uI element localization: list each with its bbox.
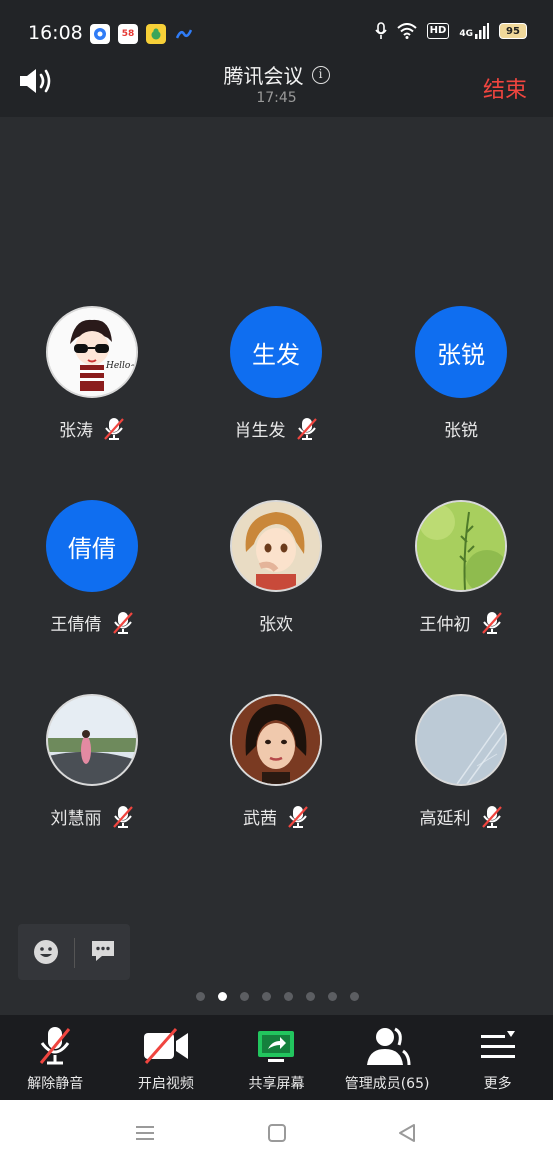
share-screen-label: 共享屏幕 xyxy=(248,1076,305,1092)
end-meeting-button[interactable]: 结束 xyxy=(483,72,527,104)
status-time: 16:08 xyxy=(28,22,83,44)
status-indicators: HD 4G 95 xyxy=(375,22,527,40)
avatar xyxy=(415,500,507,592)
menu-nav-icon[interactable] xyxy=(134,1122,156,1144)
participant-name: 王仲初 xyxy=(419,615,471,635)
unmute-button[interactable]: 解除静音 xyxy=(0,1015,111,1100)
avatar: 倩倩 xyxy=(46,500,138,592)
page-dot[interactable] xyxy=(284,992,293,1001)
participant-tile[interactable]: 刘慧丽 xyxy=(17,694,167,829)
mic-muted-icon xyxy=(112,805,133,828)
participant-name: 刘慧丽 xyxy=(50,809,102,829)
participant-name-row: 刘慧丽 xyxy=(17,804,167,829)
avatar-scribble: Hello~ xyxy=(105,361,136,371)
mic-muted-icon xyxy=(481,611,502,634)
page-dot[interactable] xyxy=(196,992,205,1001)
mic-muted-icon xyxy=(112,611,133,634)
page-dot[interactable] xyxy=(218,992,227,1001)
participant-name-row: 武茜 xyxy=(201,804,351,829)
hd-badge: HD xyxy=(426,23,450,39)
participant-tile[interactable]: 张锐 张锐 xyxy=(386,306,536,441)
meeting-toolbar: 解除静音 开启视频 共享屏幕 管理成员(65) 更多 xyxy=(0,1015,553,1100)
info-icon[interactable]: i xyxy=(311,65,330,84)
mic-muted-icon xyxy=(40,1027,71,1065)
share-screen-button[interactable]: 共享屏幕 xyxy=(221,1015,332,1100)
avatar xyxy=(46,694,138,786)
wifi-icon xyxy=(397,23,417,39)
participant-name: 张欢 xyxy=(259,615,293,635)
menu-icon xyxy=(480,1031,515,1058)
mic-muted-icon xyxy=(296,417,317,440)
participant-name-row: 肖生发 xyxy=(201,416,351,441)
page-indicator xyxy=(196,992,359,1001)
unmute-label: 解除静音 xyxy=(27,1076,84,1092)
manage-members-label: 管理成员(65) xyxy=(344,1076,430,1092)
avatar xyxy=(415,694,507,786)
battery-icon: 95 xyxy=(499,23,527,39)
meeting-duration: 17:45 xyxy=(256,90,297,106)
participant-tile[interactable]: 高延利 xyxy=(386,694,536,829)
participant-tile[interactable]: Hello~ 张涛 xyxy=(17,306,167,441)
page-dot[interactable] xyxy=(350,992,359,1001)
more-button[interactable]: 更多 xyxy=(442,1015,553,1100)
participant-name: 张锐 xyxy=(444,421,478,441)
back-nav-icon[interactable] xyxy=(396,1122,418,1144)
browser-app-icon xyxy=(90,24,110,44)
58-app-icon: 58 xyxy=(118,24,138,44)
participant-name-row: 王倩倩 xyxy=(17,610,167,635)
meeting-title: 腾讯会议 xyxy=(223,64,304,88)
chat-icon[interactable] xyxy=(90,938,116,964)
participant-name-row: 张涛 xyxy=(17,416,167,441)
page-dot[interactable] xyxy=(306,992,315,1001)
participant-name-row: 王仲初 xyxy=(386,610,536,635)
mic-muted-icon xyxy=(288,805,308,828)
participant-tile[interactable]: 武茜 xyxy=(201,694,351,829)
divider xyxy=(74,938,75,968)
participant-tile[interactable]: 张欢 xyxy=(201,500,351,635)
avatar: 张锐 xyxy=(415,306,507,398)
mic-muted-icon xyxy=(481,805,502,828)
page-dot[interactable] xyxy=(240,992,249,1001)
avatar: 生发 xyxy=(230,306,322,398)
start-video-label: 开启视频 xyxy=(137,1076,194,1092)
pet-app-icon xyxy=(146,24,166,44)
status-app-icons: 58 xyxy=(90,24,194,44)
signal-icon: 4G xyxy=(459,23,489,39)
more-label: 更多 xyxy=(483,1076,512,1092)
page-dot[interactable] xyxy=(328,992,337,1001)
participant-tile[interactable]: 倩倩 王倩倩 xyxy=(17,500,167,635)
participant-name-row: 高延利 xyxy=(386,804,536,829)
emoji-icon[interactable] xyxy=(32,938,60,966)
page-dot[interactable] xyxy=(262,992,271,1001)
participant-name: 武茜 xyxy=(243,809,277,829)
network-type: 4G xyxy=(459,29,473,39)
meeting-app-icon xyxy=(174,24,194,44)
video-off-icon xyxy=(143,1028,188,1064)
system-nav-bar xyxy=(0,1100,553,1168)
participant-tile[interactable]: 生发 肖生发 xyxy=(201,306,351,441)
mic-status-icon xyxy=(375,22,387,39)
participant-name: 王倩倩 xyxy=(50,615,102,635)
participant-name: 张涛 xyxy=(59,421,93,441)
avatar xyxy=(230,500,322,592)
participant-name-row: 张欢 xyxy=(201,610,351,635)
members-icon xyxy=(367,1027,411,1066)
start-video-button[interactable]: 开启视频 xyxy=(111,1015,222,1100)
meeting-header: 腾讯会议 i 17:45 结束 xyxy=(0,60,553,117)
avatar xyxy=(230,694,322,786)
reaction-bar xyxy=(18,924,130,980)
participant-tile[interactable]: 王仲初 xyxy=(386,500,536,635)
participant-name: 肖生发 xyxy=(234,421,286,441)
status-bar: 16:08 58 HD 4G 95 xyxy=(0,0,553,60)
avatar: Hello~ xyxy=(46,306,138,398)
meeting-title-row: 腾讯会议 i xyxy=(0,60,553,89)
participant-name-row: 张锐 xyxy=(386,416,536,441)
home-nav-icon[interactable] xyxy=(266,1122,288,1144)
manage-members-button[interactable]: 管理成员(65) xyxy=(332,1015,443,1100)
share-screen-icon xyxy=(258,1031,295,1062)
participant-name: 高延利 xyxy=(419,809,471,829)
mic-muted-icon xyxy=(104,417,124,440)
